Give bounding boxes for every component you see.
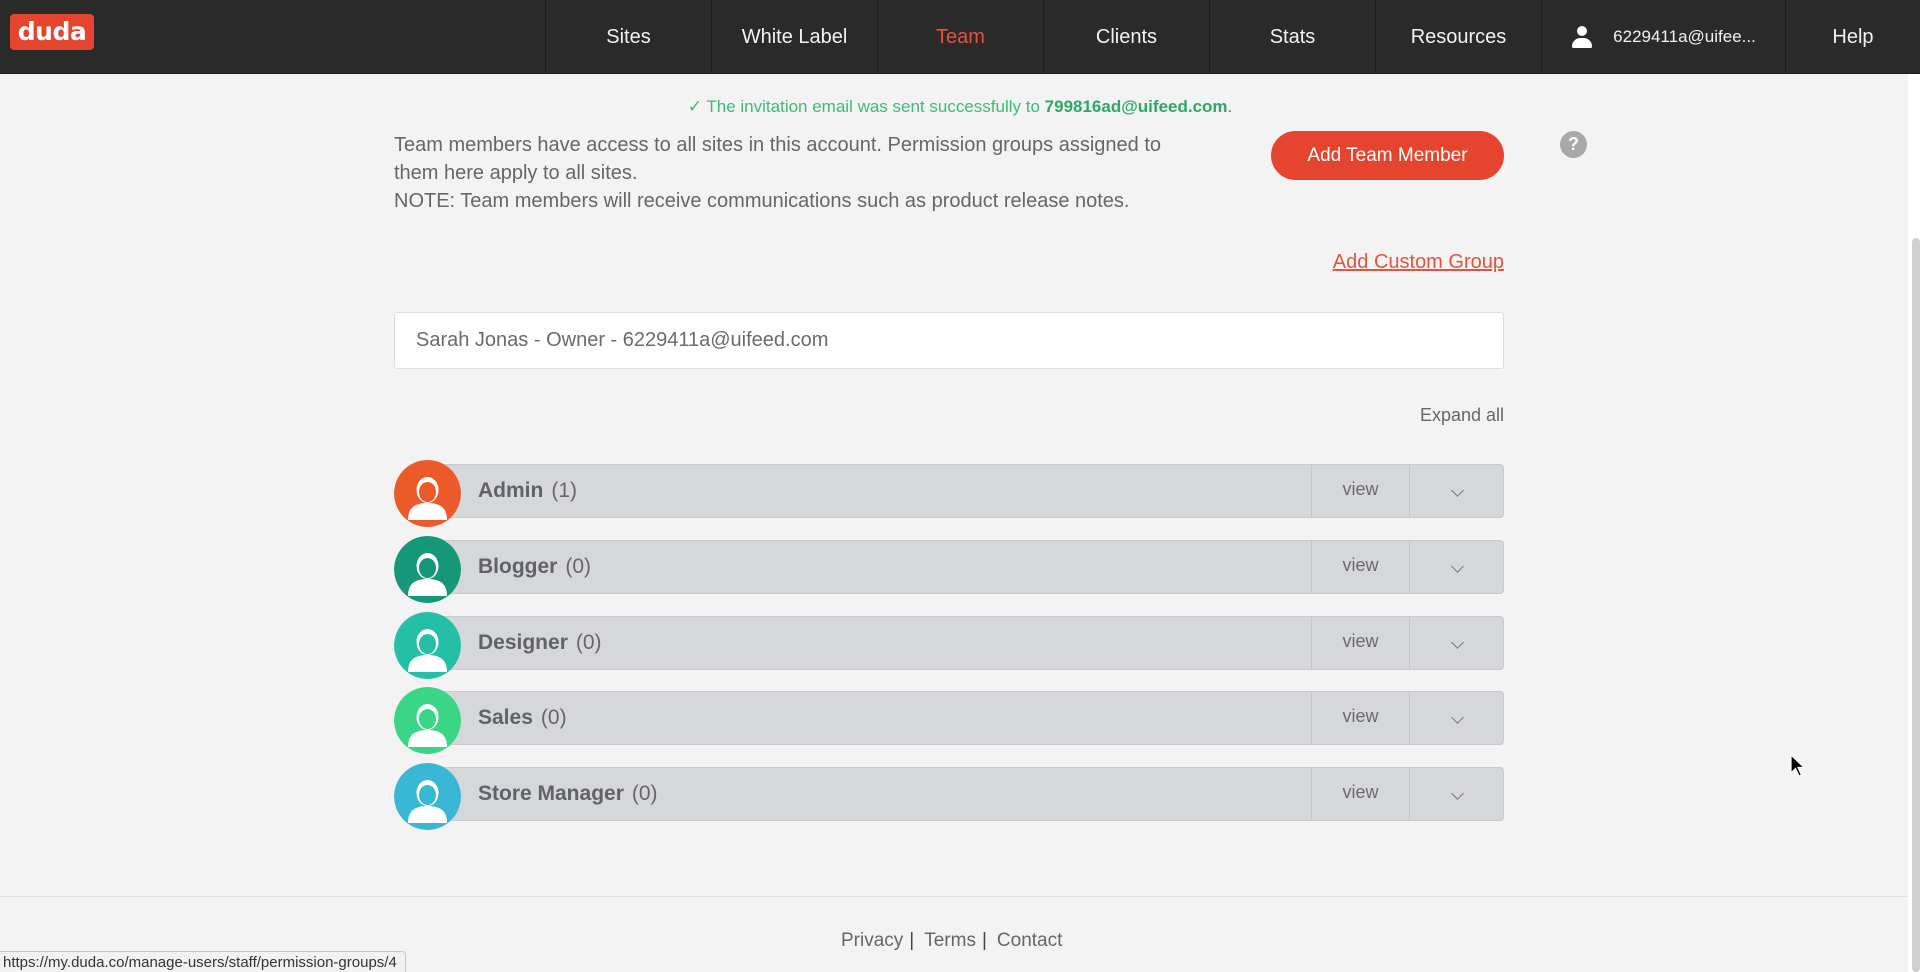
- group-view-button[interactable]: view: [1311, 465, 1409, 517]
- chevron-down-icon: [1450, 559, 1464, 573]
- notice-text: The invitation email was sent successful…: [706, 97, 1045, 116]
- permission-group-sales[interactable]: Sales (0) view: [394, 687, 1504, 754]
- group-name-text: Designer: [478, 631, 568, 654]
- group-member-count: (0): [565, 555, 592, 578]
- owner-info-field: Sarah Jonas - Owner - 6229411a@uifeed.co…: [394, 312, 1504, 369]
- permission-group-admin[interactable]: Admin (1) view: [394, 460, 1504, 527]
- permission-group-designer[interactable]: Designer (0) view: [394, 612, 1504, 679]
- group-member-count: (0): [540, 706, 567, 729]
- team-description: Team members have access to all sites in…: [394, 131, 1214, 215]
- group-expand-button[interactable]: [1409, 465, 1504, 517]
- privacy-link[interactable]: Privacy: [841, 930, 903, 952]
- status-bar-url: https://my.duda.co/manage-users/staff/pe…: [0, 951, 406, 972]
- footer-separator: |: [981, 930, 987, 951]
- terms-link[interactable]: Terms: [924, 930, 976, 952]
- description-line-1: Team members have access to all sites in…: [394, 134, 1162, 184]
- group-name: Admin (1): [478, 464, 577, 518]
- group-name-text: Sales: [478, 706, 533, 729]
- nav-sites[interactable]: Sites: [545, 0, 711, 74]
- contact-link[interactable]: Contact: [997, 930, 1062, 952]
- group-name-text: Admin: [478, 479, 544, 502]
- chevron-down-icon: [1450, 483, 1464, 497]
- notice-period: .: [1227, 97, 1233, 116]
- group-avatar-icon: [394, 763, 461, 830]
- scrollbar-thumb[interactable]: [1912, 238, 1920, 972]
- nav-team[interactable]: Team: [877, 0, 1043, 74]
- group-expand-button[interactable]: [1409, 541, 1504, 593]
- user-icon: [1571, 26, 1593, 48]
- chevron-down-icon: [1450, 710, 1464, 724]
- group-avatar-icon: [394, 460, 461, 527]
- user-email: 6229411a@uifee...: [1613, 27, 1756, 46]
- nav-stats[interactable]: Stats: [1209, 0, 1375, 74]
- footer-divider: [0, 896, 1908, 897]
- nav-user-account[interactable]: 6229411a@uifee...: [1541, 0, 1785, 74]
- group-avatar-icon: [394, 687, 461, 754]
- group-view-button[interactable]: view: [1311, 541, 1409, 593]
- permission-group-store-manager[interactable]: Store Manager (0) view: [394, 763, 1504, 830]
- group-avatar-icon: [394, 612, 461, 679]
- notice-email: 799816ad@uifeed.com: [1044, 97, 1228, 116]
- group-view-button[interactable]: view: [1311, 768, 1409, 820]
- group-member-count: (0): [575, 631, 602, 654]
- expand-all-link[interactable]: Expand all: [1420, 405, 1504, 426]
- group-name: Store Manager (0): [478, 767, 658, 821]
- nav-white-label[interactable]: White Label: [711, 0, 877, 74]
- group-view-button[interactable]: view: [1311, 617, 1409, 669]
- group-name: Sales (0): [478, 691, 567, 745]
- group-name-text: Blogger: [478, 555, 558, 578]
- nav-resources[interactable]: Resources: [1375, 0, 1541, 74]
- chevron-down-icon: [1450, 635, 1464, 649]
- group-member-count: (1): [551, 479, 577, 502]
- nav-clients[interactable]: Clients: [1043, 0, 1209, 74]
- footer-links: Privacy | Terms | Contact: [841, 930, 1062, 952]
- group-expand-button[interactable]: [1409, 692, 1504, 744]
- chevron-down-icon: [1450, 786, 1464, 800]
- add-team-member-button[interactable]: Add Team Member: [1271, 131, 1504, 180]
- nav-help[interactable]: Help: [1785, 0, 1920, 74]
- group-view-button[interactable]: view: [1311, 692, 1409, 744]
- group-name: Blogger (0): [478, 540, 591, 594]
- success-notice: ✓ The invitation email was sent successf…: [0, 97, 1920, 117]
- group-expand-button[interactable]: [1409, 768, 1504, 820]
- footer-separator: |: [909, 930, 915, 951]
- add-custom-group-link[interactable]: Add Custom Group: [1333, 251, 1504, 274]
- main-nav: Sites White Label Team Clients Stats Res…: [545, 0, 1920, 74]
- help-question-icon[interactable]: ?: [1560, 131, 1587, 158]
- duda-logo[interactable]: duda: [10, 14, 94, 50]
- group-avatar-icon: [394, 536, 461, 603]
- permission-group-blogger[interactable]: Blogger (0) view: [394, 536, 1504, 603]
- group-name: Designer (0): [478, 616, 602, 670]
- group-expand-button[interactable]: [1409, 617, 1504, 669]
- description-note: NOTE: Team members will receive communic…: [394, 190, 1130, 212]
- group-name-text: Store Manager: [478, 782, 624, 805]
- group-member-count: (0): [631, 782, 658, 805]
- top-navigation-bar: duda Sites White Label Team Clients Stat…: [0, 0, 1920, 74]
- check-icon: ✓: [687, 97, 702, 116]
